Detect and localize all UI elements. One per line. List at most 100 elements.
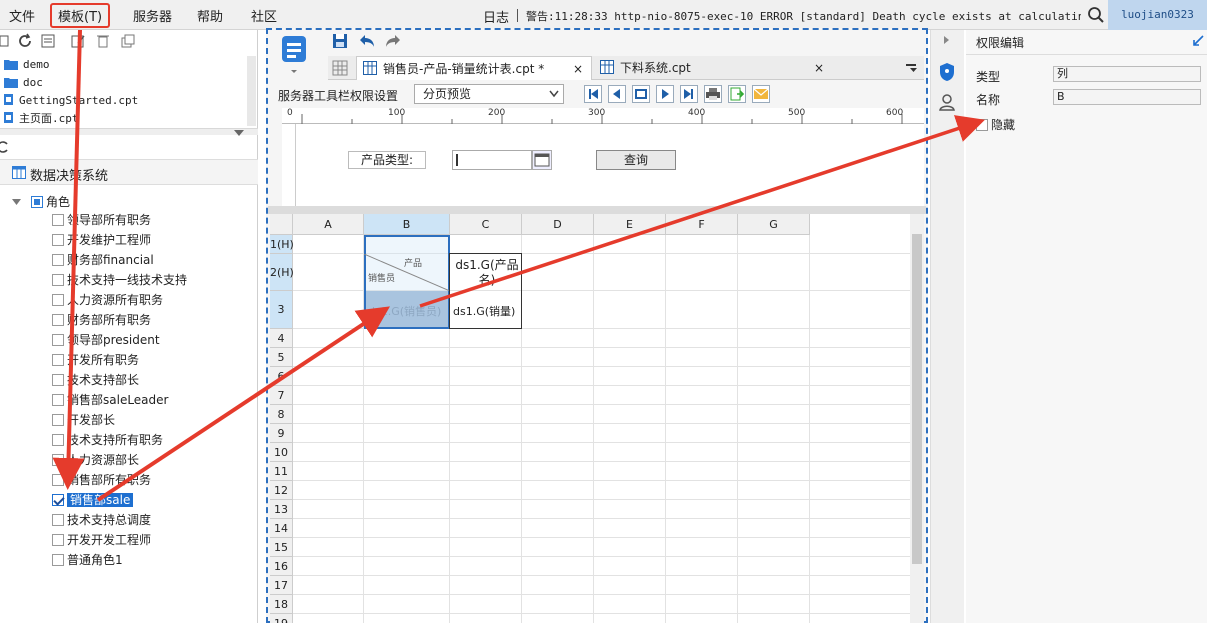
preview-mode-select[interactable]: 分页预览 xyxy=(414,84,564,104)
user-account[interactable]: luojian0323 xyxy=(1108,0,1207,30)
role-checkbox[interactable] xyxy=(52,294,64,306)
file-list-scrollbar[interactable] xyxy=(247,56,256,126)
role-item[interactable]: 人力资源所有职务 xyxy=(52,291,163,309)
menu-template[interactable]: 模板(T) xyxy=(50,3,111,28)
hide-option[interactable]: 隐藏 xyxy=(976,116,1015,133)
role-checkbox[interactable] xyxy=(52,314,64,326)
menu-community[interactable]: 社区 xyxy=(251,6,277,25)
collapse-icon[interactable] xyxy=(1192,35,1204,50)
copy-icon[interactable] xyxy=(120,33,136,52)
role-checkbox[interactable] xyxy=(52,234,64,246)
app-logo[interactable] xyxy=(280,34,310,76)
tab-sales-report[interactable]: 销售员-产品-销量统计表.cpt * × xyxy=(356,56,592,80)
refresh-roles-icon[interactable] xyxy=(0,140,8,157)
grid-scrollbar[interactable] xyxy=(910,214,924,623)
role-checkbox[interactable] xyxy=(52,494,64,506)
role-checkbox[interactable] xyxy=(52,334,64,346)
row-header[interactable]: 9 xyxy=(270,424,293,443)
file-item-main-page[interactable]: 主页面.cpt xyxy=(4,110,79,128)
row-header[interactable]: 5 xyxy=(270,348,293,367)
cell-b3[interactable]: ds1.G(销售员) xyxy=(368,303,448,319)
row-header[interactable]: 16 xyxy=(270,557,293,576)
row-header[interactable]: 1(H) xyxy=(270,235,294,254)
save-icon[interactable] xyxy=(332,33,348,52)
undo-icon[interactable] xyxy=(358,33,376,52)
row-header[interactable]: 18 xyxy=(270,595,293,614)
role-checkbox[interactable] xyxy=(52,394,64,406)
role-checkbox[interactable] xyxy=(52,454,64,466)
file-item-demo[interactable]: demo xyxy=(4,56,50,74)
role-item[interactable]: 开发部长 xyxy=(52,411,115,429)
next-page-icon[interactable] xyxy=(656,85,674,103)
row-header[interactable]: 7 xyxy=(270,386,293,405)
role-item[interactable]: 普通角色1 xyxy=(52,551,123,569)
row-header[interactable]: 10 xyxy=(270,443,293,462)
row-header[interactable]: 2(H) xyxy=(270,254,294,291)
role-checkbox[interactable] xyxy=(52,374,64,386)
role-checkbox[interactable] xyxy=(52,534,64,546)
row-header[interactable]: 11 xyxy=(270,462,293,481)
role-item[interactable]: 技术支持所有职务 xyxy=(52,431,163,449)
row-header[interactable]: 15 xyxy=(270,538,293,557)
page-number-icon[interactable] xyxy=(632,85,650,103)
column-header[interactable]: B xyxy=(364,214,450,235)
role-checkbox[interactable] xyxy=(52,414,64,426)
role-item[interactable]: 技术支持一线技术支持 xyxy=(52,271,187,289)
previous-page-icon[interactable] xyxy=(608,85,626,103)
role-root-checkbox[interactable] xyxy=(31,196,43,208)
logs-button[interactable]: 日志 xyxy=(483,7,509,26)
delete-icon[interactable] xyxy=(95,33,111,52)
role-root[interactable]: 角色 xyxy=(12,193,70,211)
row-header[interactable]: 8 xyxy=(270,405,293,424)
user-icon[interactable] xyxy=(937,92,957,115)
warning-message[interactable]: 警告:11:28:33 http-nio-8075-exec-10 ERROR … xyxy=(526,8,1081,24)
spreadsheet-grid[interactable]: A B C D E F G 1(H) 2(H) 3 4 5 6 7 8 9 10 11 12 13 14 15 16 17 18… xyxy=(270,214,910,623)
row-header[interactable]: 14 xyxy=(270,519,293,538)
column-header[interactable]: G xyxy=(738,214,810,235)
column-header[interactable]: E xyxy=(594,214,666,235)
row-header[interactable]: 19 xyxy=(270,614,293,623)
role-item[interactable]: 财务部所有职务 xyxy=(52,311,151,329)
chevron-down-icon[interactable] xyxy=(12,199,21,205)
decision-system-header[interactable]: 数据决策系统 xyxy=(0,159,258,185)
role-item[interactable]: 技术支持部长 xyxy=(52,371,139,389)
menu-server[interactable]: 服务器 xyxy=(133,6,172,25)
row-header[interactable]: 4 xyxy=(270,329,293,348)
role-item[interactable]: 人力资源部长 xyxy=(52,451,139,469)
role-checkbox[interactable] xyxy=(52,554,64,566)
column-header[interactable]: F xyxy=(666,214,738,235)
chevron-right-icon[interactable] xyxy=(943,34,951,48)
cell-b2_bottom[interactable]: 销售员 xyxy=(368,271,418,284)
role-item[interactable]: 开发所有职务 xyxy=(52,351,139,369)
open-file-icon[interactable] xyxy=(40,33,56,52)
file-item-doc[interactable]: doc xyxy=(4,74,43,92)
role-checkbox[interactable] xyxy=(52,354,64,366)
close-tab-icon[interactable]: × xyxy=(573,57,583,81)
role-item[interactable]: 销售部sale xyxy=(52,491,134,509)
close-tab-icon[interactable]: × xyxy=(814,56,824,80)
calendar-icon[interactable] xyxy=(532,150,552,170)
panel-splitter[interactable] xyxy=(0,128,258,136)
column-header[interactable]: D xyxy=(522,214,594,235)
role-item[interactable]: 销售部所有职务 xyxy=(52,471,151,489)
row-header[interactable]: 12 xyxy=(270,481,293,500)
file-item-getting-started[interactable]: GettingStarted.cpt xyxy=(4,92,138,110)
role-checkbox[interactable] xyxy=(52,434,64,446)
tab-dropdown-icon[interactable] xyxy=(904,61,918,78)
query-button[interactable]: 查询 xyxy=(596,150,676,170)
row-header[interactable]: 17 xyxy=(270,576,293,595)
cell-b2_top[interactable]: 产品 xyxy=(388,256,438,269)
role-checkbox[interactable] xyxy=(52,514,64,526)
search-icon[interactable] xyxy=(1087,6,1105,27)
last-page-icon[interactable] xyxy=(680,85,698,103)
row-header[interactable]: 13 xyxy=(270,500,293,519)
redo-icon[interactable] xyxy=(384,33,402,52)
export-icon[interactable] xyxy=(728,85,746,103)
role-item[interactable]: 开发开发工程师 xyxy=(52,531,151,549)
menu-file[interactable]: 文件 xyxy=(9,6,35,25)
column-header[interactable]: C xyxy=(450,214,522,235)
refresh-icon[interactable] xyxy=(17,33,33,52)
role-checkbox[interactable] xyxy=(52,274,64,286)
row-header[interactable]: 6 xyxy=(270,367,293,386)
hide-checkbox[interactable] xyxy=(976,119,988,131)
